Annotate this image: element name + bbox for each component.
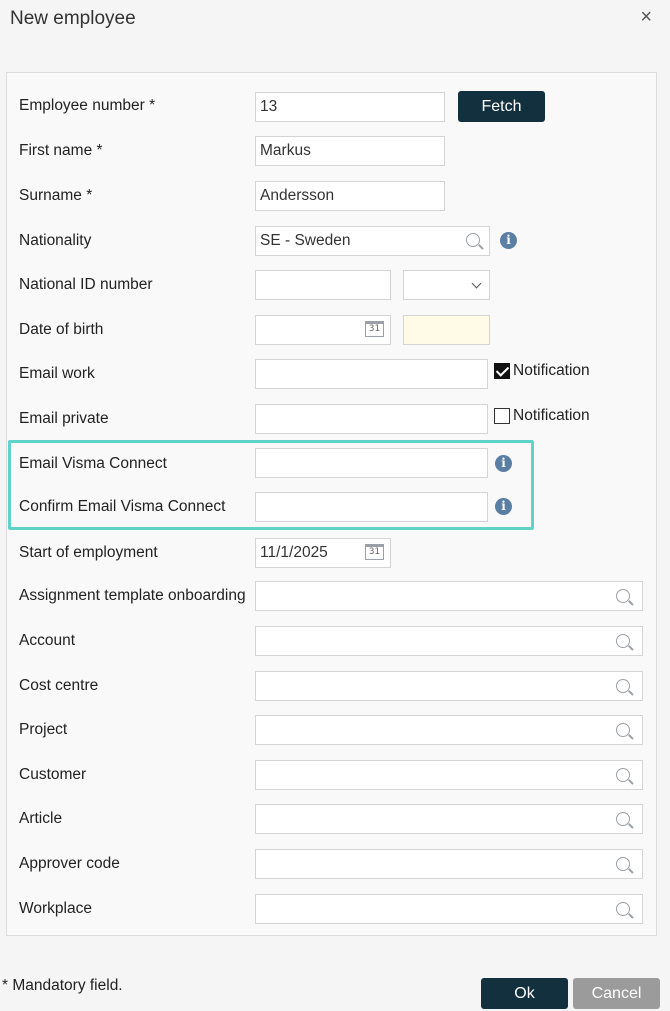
email-visma-input[interactable] (255, 448, 488, 478)
email-work-notification-label: Notification (513, 362, 590, 379)
nationality-label: Nationality (19, 232, 92, 249)
approver-code-input[interactable] (255, 849, 643, 879)
dialog-title: New employee (10, 8, 136, 29)
email-private-notification-label: Notification (513, 407, 590, 424)
workplace-label: Workplace (19, 900, 92, 917)
project-label: Project (19, 721, 68, 738)
search-icon[interactable] (616, 679, 630, 693)
cancel-button[interactable]: Cancel (573, 978, 660, 1009)
surname-label: Surname * (19, 187, 93, 204)
article-input[interactable] (255, 804, 643, 834)
assignment-template-label: Assignment template onboarding (19, 587, 246, 604)
national-id-label: National ID number (19, 276, 153, 293)
info-icon[interactable]: i (495, 498, 512, 515)
employee-number-input[interactable] (255, 92, 445, 122)
search-icon[interactable] (616, 902, 630, 916)
close-icon[interactable]: × (640, 6, 652, 29)
email-private-input[interactable] (255, 404, 488, 434)
start-of-employment-label: Start of employment (19, 544, 158, 561)
cost-centre-input[interactable] (255, 671, 643, 701)
search-icon[interactable] (616, 812, 630, 826)
confirm-email-visma-input[interactable] (255, 492, 488, 522)
search-icon[interactable] (466, 233, 480, 247)
national-id-input[interactable] (255, 270, 391, 300)
search-icon[interactable] (616, 723, 630, 737)
confirm-email-visma-label: Confirm Email Visma Connect (19, 498, 226, 515)
email-work-input[interactable] (255, 359, 488, 389)
surname-input[interactable] (255, 181, 445, 211)
email-work-notification-checkbox[interactable] (494, 363, 510, 379)
mandatory-field-note: * Mandatory field. (2, 977, 123, 994)
account-input[interactable] (255, 626, 643, 656)
customer-label: Customer (19, 766, 87, 783)
first-name-label: First name * (19, 142, 103, 159)
ok-button[interactable]: Ok (481, 978, 568, 1009)
email-private-label: Email private (19, 410, 109, 427)
date-of-birth-extra-field[interactable] (403, 315, 490, 345)
account-label: Account (19, 632, 76, 649)
date-of-birth-label: Date of birth (19, 321, 104, 338)
calendar-icon[interactable]: 31 (365, 321, 384, 337)
search-icon[interactable] (616, 634, 630, 648)
fetch-button[interactable]: Fetch (458, 91, 545, 122)
customer-input[interactable] (255, 760, 643, 790)
nationality-input[interactable] (255, 226, 490, 256)
info-icon[interactable]: i (495, 455, 512, 472)
assignment-template-input[interactable] (255, 581, 643, 611)
search-icon[interactable] (616, 768, 630, 782)
email-visma-label: Email Visma Connect (19, 455, 167, 472)
first-name-input[interactable] (255, 136, 445, 166)
email-private-notification-checkbox[interactable] (494, 408, 510, 424)
article-label: Article (19, 810, 63, 827)
search-icon[interactable] (616, 589, 630, 603)
info-icon[interactable]: i (500, 232, 517, 249)
search-icon[interactable] (616, 857, 630, 871)
email-work-label: Email work (19, 365, 95, 382)
employee-number-label: Employee number * (19, 97, 156, 114)
approver-code-label: Approver code (19, 855, 120, 872)
workplace-input[interactable] (255, 894, 643, 924)
project-input[interactable] (255, 715, 643, 745)
cost-centre-label: Cost centre (19, 677, 99, 694)
calendar-icon[interactable]: 31 (365, 544, 384, 560)
